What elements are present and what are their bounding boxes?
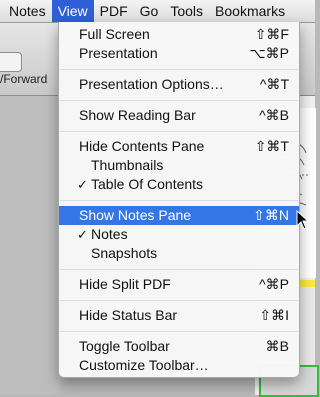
menu-item-thumbnails[interactable]: Thumbnails — [59, 156, 299, 175]
menu-separator — [60, 331, 298, 332]
menu-separator — [60, 100, 298, 101]
contents-pane — [0, 96, 60, 395]
menu-go[interactable]: Go — [134, 0, 165, 22]
menu-item-table-of-contents[interactable]: ✓ Table Of Contents — [59, 175, 299, 194]
shortcut-full-screen: ⇧⌘F — [254, 26, 289, 42]
menu-bookmarks[interactable]: Bookmarks — [209, 0, 291, 22]
mouse-pointer-icon — [296, 210, 310, 230]
back-forward-button[interactable] — [0, 52, 22, 72]
menu-notes[interactable]: Notes — [0, 0, 52, 22]
shortcut-hide-split-pdf: ^⌘P — [259, 276, 289, 292]
menu-item-notes[interactable]: ✓ Notes — [59, 225, 299, 244]
menu-separator — [60, 269, 298, 270]
menu-view[interactable]: View — [51, 0, 94, 22]
shortcut-presentation-options: ^⌘T — [259, 76, 289, 92]
checkmark-icon: ✓ — [77, 227, 88, 242]
menu-tools[interactable]: Tools — [164, 0, 209, 22]
menu-separator — [60, 69, 298, 70]
menu-item-show-reading-bar[interactable]: Show Reading Bar ^⌘B — [59, 106, 299, 125]
checkmark-icon: ✓ — [77, 177, 88, 192]
menu-item-customize-toolbar[interactable]: Customize Toolbar… — [59, 356, 299, 375]
view-menu: Full Screen ⇧⌘F Presentation ⌥⌘P Present… — [58, 22, 300, 378]
menu-item-hide-status-bar[interactable]: Hide Status Bar ⇧⌘I — [59, 306, 299, 325]
menu-item-hide-split-pdf[interactable]: Hide Split PDF ^⌘P — [59, 275, 299, 294]
menu-bar: Notes View PDF Go Tools Bookmarks — [0, 0, 315, 23]
menu-separator — [60, 131, 298, 132]
menu-item-snapshots[interactable]: Snapshots — [59, 244, 299, 263]
menu-separator — [60, 200, 298, 201]
shortcut-show-reading-bar: ^⌘B — [259, 107, 289, 123]
shortcut-hide-status-bar: ⇧⌘I — [259, 307, 289, 323]
back-forward-label: /Forward — [0, 72, 48, 86]
shortcut-hide-contents-pane: ⇧⌘T — [254, 138, 289, 154]
menu-item-presentation-options[interactable]: Presentation Options… ^⌘T — [59, 75, 299, 94]
menu-item-hide-contents-pane[interactable]: Hide Contents Pane ⇧⌘T — [59, 137, 299, 156]
menu-item-presentation[interactable]: Presentation ⌥⌘P — [59, 44, 299, 63]
shortcut-toggle-toolbar: ⌘B — [265, 338, 289, 354]
shortcut-presentation: ⌥⌘P — [249, 45, 289, 61]
menu-item-show-notes-pane[interactable]: Show Notes Pane ⇧⌘N — [59, 206, 299, 225]
menu-item-toggle-toolbar[interactable]: Toggle Toolbar ⌘B — [59, 337, 299, 356]
menu-item-full-screen[interactable]: Full Screen ⇧⌘F — [59, 25, 299, 44]
shortcut-show-notes-pane: ⇧⌘N — [253, 207, 289, 223]
menu-pdf[interactable]: PDF — [94, 0, 134, 22]
menu-separator — [60, 300, 298, 301]
